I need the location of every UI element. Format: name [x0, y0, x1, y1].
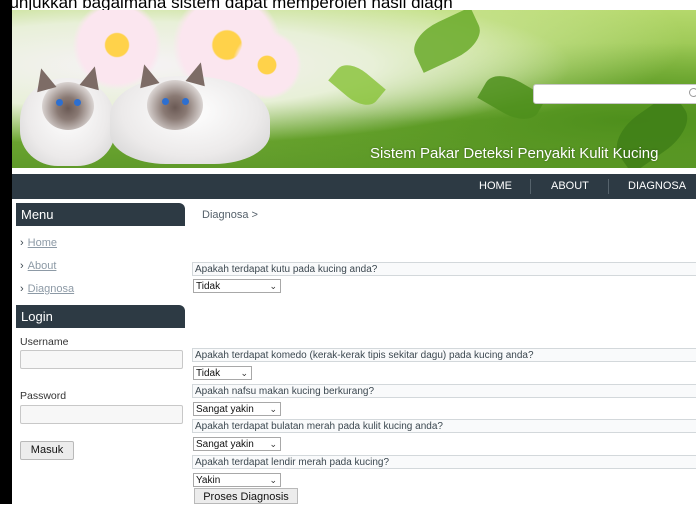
sidebar-item-home[interactable]: › Home	[20, 237, 57, 249]
breadcrumb: Diagnosa >	[202, 209, 258, 221]
answer-select[interactable]: Sangat yakin ⌄	[193, 437, 281, 451]
chevron-down-icon: ⌄	[269, 475, 277, 485]
question-label: Apakah terdapat bulatan merah pada kulit…	[192, 419, 696, 433]
leaf-decoration	[406, 10, 488, 73]
chevron-down-icon: ⌄	[269, 281, 277, 291]
username-label: Username	[20, 336, 69, 348]
sidebar-link-label[interactable]: About	[28, 260, 57, 272]
menu-header: Menu	[16, 203, 185, 226]
nav-diagnosa[interactable]: DIAGNOSA	[628, 180, 686, 192]
question-label: Apakah nafsu makan kucing berkurang?	[192, 384, 696, 398]
nav-home[interactable]: HOME	[479, 180, 512, 192]
chevron-down-icon: ⌄	[269, 404, 277, 414]
chevron-right-icon: ›	[20, 237, 24, 249]
question-label: Apakah terdapat komedo (kerak-kerak tipi…	[192, 348, 696, 362]
left-frame-border	[0, 0, 12, 504]
answer-select-value: Tidak	[196, 368, 221, 379]
header-banner: Sistem Pakar Deteksi Penyakit Kulit Kuci…	[12, 10, 696, 168]
sidebar: Menu	[16, 203, 185, 226]
sidebar-item-diagnosa[interactable]: › Diagnosa	[20, 283, 74, 295]
leaf-decoration	[328, 57, 386, 113]
cat-face	[147, 80, 203, 130]
login-header: Login	[16, 305, 185, 328]
nav-about[interactable]: ABOUT	[551, 180, 589, 192]
top-navbar: HOME ABOUT DIAGNOSA	[12, 174, 696, 199]
answer-select-value: Sangat yakin	[196, 439, 254, 450]
process-diagnosis-button[interactable]: Proses Diagnosis	[194, 488, 298, 504]
cat-eye	[162, 98, 169, 105]
answer-select-value: Tidak	[196, 281, 221, 292]
username-field[interactable]	[20, 350, 183, 369]
sidebar-item-about[interactable]: › About	[20, 260, 56, 272]
answer-select[interactable]: Tidak ⌄	[193, 366, 252, 380]
question-label: Apakah terdapat lendir merah pada kucing…	[192, 455, 696, 469]
nav-divider	[608, 179, 609, 194]
cat-eye	[182, 98, 189, 105]
password-label: Password	[20, 390, 67, 402]
sidebar-link-label[interactable]: Diagnosa	[28, 283, 74, 295]
answer-select-value: Yakin	[196, 475, 221, 486]
password-field[interactable]	[20, 405, 183, 424]
answer-select[interactable]: Sangat yakin ⌄	[193, 402, 281, 416]
search-icon[interactable]	[689, 88, 696, 97]
site-title: Sistem Pakar Deteksi Penyakit Kulit Kuci…	[370, 145, 659, 162]
chevron-right-icon: ›	[20, 260, 24, 272]
nav-divider	[530, 179, 531, 194]
chevron-right-icon: ›	[20, 283, 24, 295]
answer-select[interactable]: Tidak ⌄	[193, 279, 281, 293]
question-label: Apakah terdapat kutu pada kucing anda?	[192, 262, 696, 276]
cat-face	[42, 82, 94, 130]
cat-eye	[56, 99, 63, 106]
search-input[interactable]	[533, 84, 696, 104]
chevron-down-icon: ⌄	[240, 368, 248, 378]
answer-select[interactable]: Yakin ⌄	[193, 473, 281, 487]
chevron-down-icon: ⌄	[269, 439, 277, 449]
sidebar-link-label[interactable]: Home	[28, 237, 57, 249]
answer-select-value: Sangat yakin	[196, 404, 254, 415]
login-button[interactable]: Masuk	[20, 441, 74, 460]
cat-eye	[74, 99, 81, 106]
